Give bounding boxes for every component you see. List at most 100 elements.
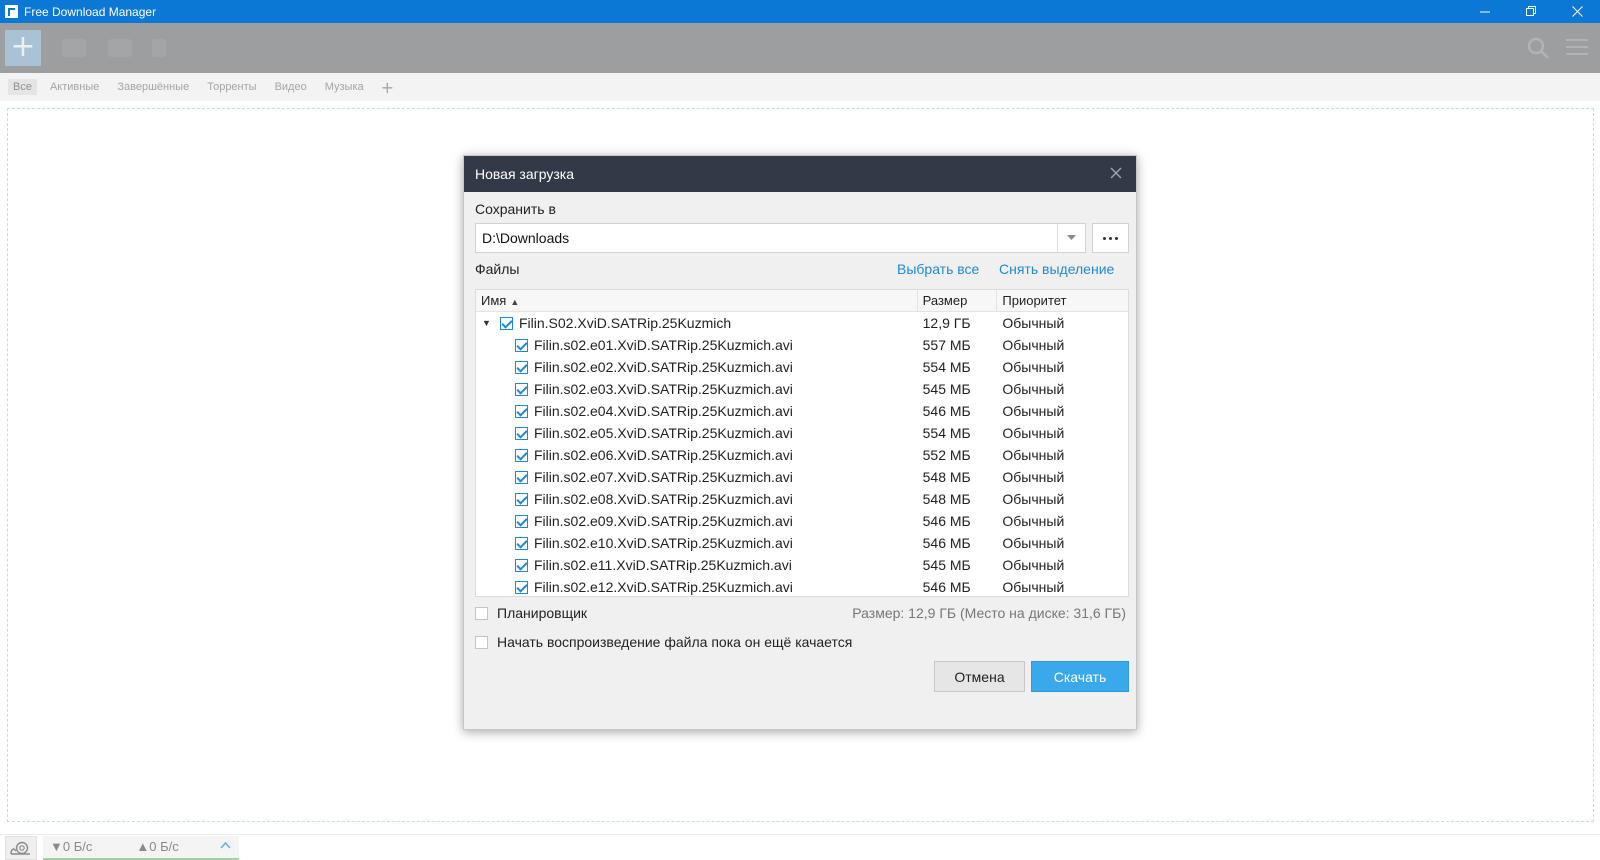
ellipsis-dot: [1109, 236, 1112, 240]
file-row[interactable]: Filin.s02.e04.XviD.SATRip.25Kuzmich.avi 5…: [476, 400, 1128, 422]
file-priority[interactable]: Обычный: [997, 425, 1128, 441]
restore-button[interactable]: [1508, 0, 1554, 23]
file-checkbox[interactable]: [515, 558, 528, 572]
search-icon[interactable]: [1526, 36, 1550, 60]
toolbar-play-icon[interactable]: [62, 39, 86, 57]
tab-all[interactable]: Все: [8, 79, 37, 95]
file-priority[interactable]: Обычный: [997, 535, 1128, 551]
file-row[interactable]: Filin.s02.e01.XviD.SATRip.25Kuzmich.avi 5…: [476, 334, 1128, 356]
tab-active[interactable]: Активные: [45, 79, 104, 95]
folder-row[interactable]: ▼ Filin.S02.XviD.SATRip.25Kuzmich 12,9 Г…: [476, 312, 1128, 334]
file-checkbox[interactable]: [515, 470, 528, 484]
column-priority-header[interactable]: Приоритет: [997, 290, 1128, 312]
tab-video[interactable]: Видео: [270, 79, 312, 95]
file-row[interactable]: Filin.s02.e03.XviD.SATRip.25Kuzmich.avi 5…: [476, 378, 1128, 400]
file-name: Filin.s02.e10.XviD.SATRip.25Kuzmich.avi: [534, 535, 793, 551]
close-window-button[interactable]: [1554, 0, 1600, 23]
toolbar-pause-icon[interactable]: [108, 39, 132, 57]
play-while-downloading-checkbox[interactable]: [475, 635, 488, 649]
tab-torrents[interactable]: Торренты: [202, 79, 261, 95]
file-name: Filin.s02.e05.XviD.SATRip.25Kuzmich.avi: [534, 425, 793, 441]
file-checkbox[interactable]: [515, 338, 528, 352]
file-size: 552 МБ: [922, 447, 971, 463]
file-checkbox[interactable]: [515, 580, 528, 594]
close-icon: [1571, 6, 1583, 17]
file-name: Filin.s02.e09.XviD.SATRip.25Kuzmich.avi: [534, 513, 793, 529]
column-name-header[interactable]: Имя ▲: [476, 290, 918, 312]
file-row[interactable]: Filin.s02.e07.XviD.SATRip.25Kuzmich.avi 5…: [476, 466, 1128, 488]
speed-indicator[interactable]: ▼0 Б/с ▲0 Б/с: [43, 835, 239, 860]
select-all-link[interactable]: Выбрать все: [897, 261, 979, 277]
minimize-button[interactable]: [1462, 0, 1508, 23]
folder-name: Filin.S02.XviD.SATRip.25Kuzmich: [519, 315, 732, 331]
toolbar-delete-icon[interactable]: [152, 39, 166, 57]
file-name: Filin.s02.e12.XviD.SATRip.25Kuzmich.avi: [534, 579, 793, 595]
file-priority[interactable]: Обычный: [997, 491, 1128, 507]
status-bar: ▼0 Б/с ▲0 Б/с: [0, 834, 1600, 860]
add-tab-button[interactable]: +: [381, 78, 394, 97]
folder-name-cell: ▼ Filin.S02.XviD.SATRip.25Kuzmich: [476, 315, 918, 331]
file-row[interactable]: Filin.s02.e06.XviD.SATRip.25Kuzmich.avi 5…: [476, 444, 1128, 466]
file-checkbox[interactable]: [515, 514, 528, 528]
tab-music[interactable]: Музыка: [320, 79, 369, 95]
file-row[interactable]: Filin.s02.e12.XviD.SATRip.25Kuzmich.avi 5…: [476, 576, 1128, 596]
scheduler-option[interactable]: Планировщик: [475, 605, 587, 621]
file-checkbox[interactable]: [515, 360, 528, 374]
file-row[interactable]: Filin.s02.e08.XviD.SATRip.25Kuzmich.avi 5…: [476, 488, 1128, 510]
add-download-button[interactable]: +: [5, 30, 41, 66]
deselect-all-link[interactable]: Снять выделение: [999, 261, 1114, 277]
file-name: Filin.s02.e07.XviD.SATRip.25Kuzmich.avi: [534, 469, 793, 485]
minimize-icon: [1479, 11, 1490, 13]
file-size: 546 МБ: [922, 403, 971, 419]
window-title: Free Download Manager: [24, 4, 157, 19]
file-priority[interactable]: Обычный: [997, 579, 1128, 595]
file-name-cell: Filin.s02.e01.XviD.SATRip.25Kuzmich.avi: [476, 337, 918, 353]
save-path-input[interactable]: [476, 224, 1057, 252]
save-path-combobox[interactable]: [475, 223, 1086, 253]
close-dialog-button[interactable]: [1108, 165, 1124, 181]
files-table: Имя ▲ Размер Приоритет ▼ Filin.S02.XviD.S…: [475, 289, 1129, 597]
file-checkbox[interactable]: [515, 382, 528, 396]
file-size: 546 МБ: [922, 513, 971, 529]
folder-priority[interactable]: Обычный: [997, 315, 1128, 331]
file-priority[interactable]: Обычный: [997, 359, 1128, 375]
folder-checkbox[interactable]: [500, 316, 513, 330]
file-priority[interactable]: Обычный: [997, 557, 1128, 573]
browse-folder-button[interactable]: [1092, 223, 1129, 253]
file-priority[interactable]: Обычный: [997, 469, 1128, 485]
play-while-downloading-option[interactable]: Начать воспроизведение файла пока он ещё…: [475, 634, 852, 650]
file-name-cell: Filin.s02.e10.XviD.SATRip.25Kuzmich.avi: [476, 535, 918, 551]
expand-collapse-icon[interactable]: ▼: [482, 318, 492, 328]
cancel-button[interactable]: Отмена: [934, 661, 1025, 692]
file-priority[interactable]: Обычный: [997, 381, 1128, 397]
file-row[interactable]: Filin.s02.e10.XviD.SATRip.25Kuzmich.avi 5…: [476, 532, 1128, 554]
file-name-cell: Filin.s02.e05.XviD.SATRip.25Kuzmich.avi: [476, 425, 918, 441]
column-size-header[interactable]: Размер: [918, 290, 998, 312]
file-priority[interactable]: Обычный: [997, 337, 1128, 353]
file-priority[interactable]: Обычный: [997, 447, 1128, 463]
file-row[interactable]: Filin.s02.e05.XviD.SATRip.25Kuzmich.avi 5…: [476, 422, 1128, 444]
menu-icon[interactable]: [1566, 39, 1588, 57]
file-checkbox[interactable]: [515, 536, 528, 550]
chevron-up-icon[interactable]: [220, 840, 231, 852]
file-checkbox[interactable]: [515, 426, 528, 440]
file-checkbox[interactable]: [515, 492, 528, 506]
file-row[interactable]: Filin.s02.e09.XviD.SATRip.25Kuzmich.avi 5…: [476, 510, 1128, 532]
scheduler-checkbox[interactable]: [475, 606, 488, 620]
title-bar: Free Download Manager: [0, 0, 1600, 23]
save-path-dropdown[interactable]: [1057, 224, 1085, 252]
file-priority[interactable]: Обычный: [997, 513, 1128, 529]
file-priority[interactable]: Обычный: [997, 403, 1128, 419]
file-checkbox[interactable]: [515, 448, 528, 462]
file-checkbox[interactable]: [515, 404, 528, 418]
file-row[interactable]: Filin.s02.e11.XviD.SATRip.25Kuzmich.avi 5…: [476, 554, 1128, 576]
dialog-title: Новая загрузка: [475, 166, 575, 182]
tab-completed[interactable]: Завершённые: [112, 79, 194, 95]
window-controls: [1462, 0, 1600, 23]
download-button[interactable]: Скачать: [1031, 661, 1129, 692]
snail-mode-button[interactable]: [5, 835, 37, 860]
file-name-cell: Filin.s02.e02.XviD.SATRip.25Kuzmich.avi: [476, 359, 918, 375]
file-name-cell: Filin.s02.e06.XviD.SATRip.25Kuzmich.avi: [476, 447, 918, 463]
file-name-cell: Filin.s02.e03.XviD.SATRip.25Kuzmich.avi: [476, 381, 918, 397]
file-row[interactable]: Filin.s02.e02.XviD.SATRip.25Kuzmich.avi 5…: [476, 356, 1128, 378]
